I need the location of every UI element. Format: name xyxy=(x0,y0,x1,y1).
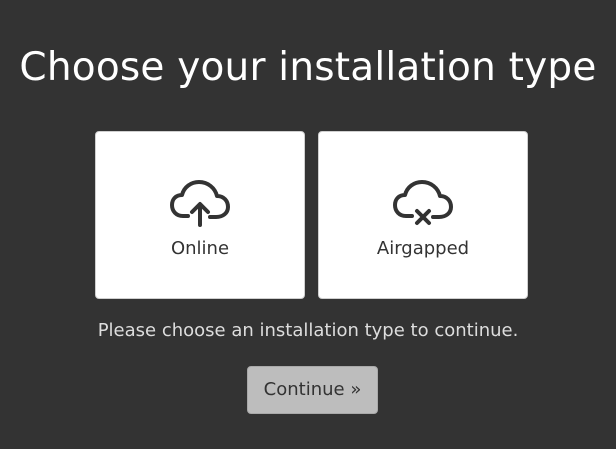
installation-options: Online Airgapped xyxy=(95,131,530,300)
airgapped-option-label: Airgapped xyxy=(376,238,470,259)
continue-button[interactable]: Continue » xyxy=(247,366,378,414)
selection-hint: Please choose an installation type to co… xyxy=(97,320,519,341)
cloud-upload-icon xyxy=(170,178,230,228)
online-option-card[interactable]: Online xyxy=(95,131,305,299)
page-title: Choose your installation type xyxy=(19,45,597,90)
cloud-offline-icon xyxy=(393,178,453,228)
installation-type-page: Choose your installation type Online Air… xyxy=(0,0,616,449)
airgapped-option-card[interactable]: Airgapped xyxy=(318,131,528,299)
online-option-label: Online xyxy=(170,238,230,259)
